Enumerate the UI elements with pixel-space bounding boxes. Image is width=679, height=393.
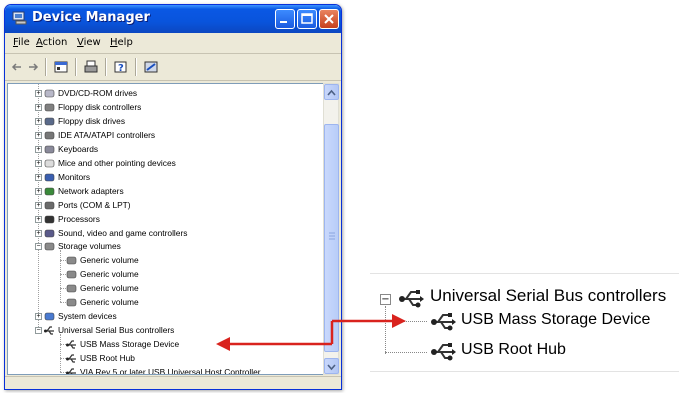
arrow-to-tree <box>216 337 332 351</box>
arrow-to-zoom <box>330 314 406 344</box>
annotation-arrows <box>216 314 406 351</box>
